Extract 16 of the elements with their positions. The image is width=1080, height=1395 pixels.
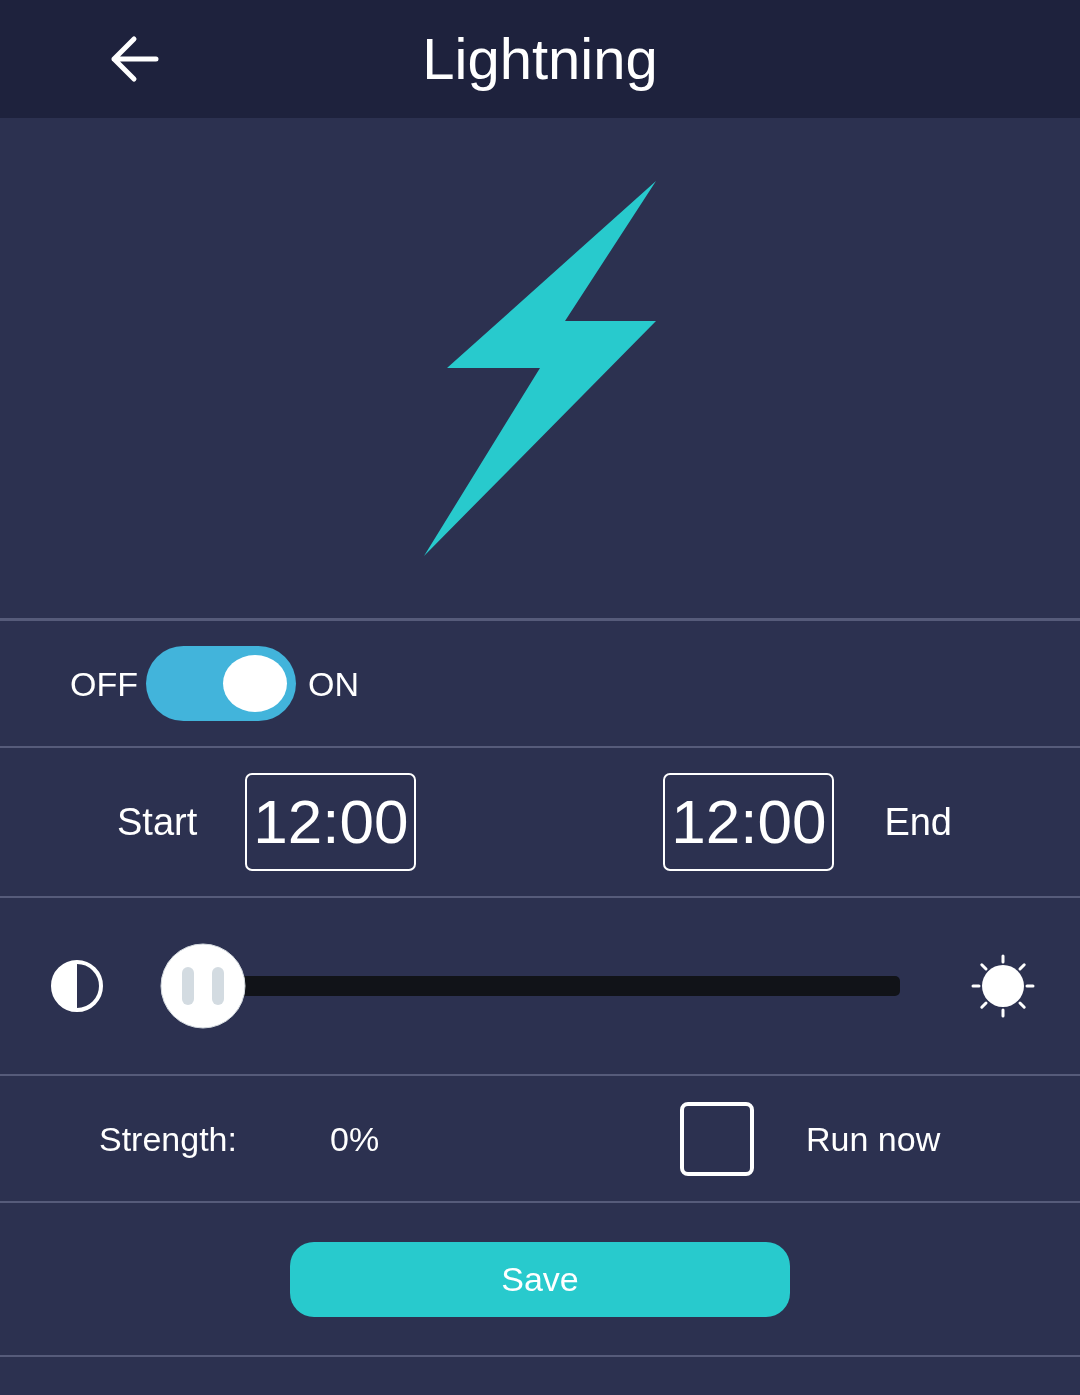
lightning-bolt-icon — [424, 180, 656, 556]
start-label: Start — [117, 800, 198, 844]
run-now-checkbox[interactable] — [680, 1101, 754, 1176]
brightness-slider[interactable] — [160, 943, 900, 1029]
start-time-field[interactable]: 12:00 — [245, 773, 417, 871]
end-time-field[interactable]: 12:00 — [663, 773, 835, 871]
off-label: OFF — [70, 663, 138, 704]
strength-value: 0% — [330, 1118, 381, 1159]
page-title: Lightning — [422, 25, 658, 93]
sun-icon — [970, 953, 1036, 1019]
on-label: ON — [308, 663, 359, 704]
run-now-label: Run now — [806, 1118, 941, 1159]
slider-thumb[interactable] — [160, 943, 246, 1029]
strength-label: Strength: — [99, 1118, 238, 1159]
half-circle-icon — [50, 959, 104, 1013]
end-label: End — [884, 800, 952, 844]
